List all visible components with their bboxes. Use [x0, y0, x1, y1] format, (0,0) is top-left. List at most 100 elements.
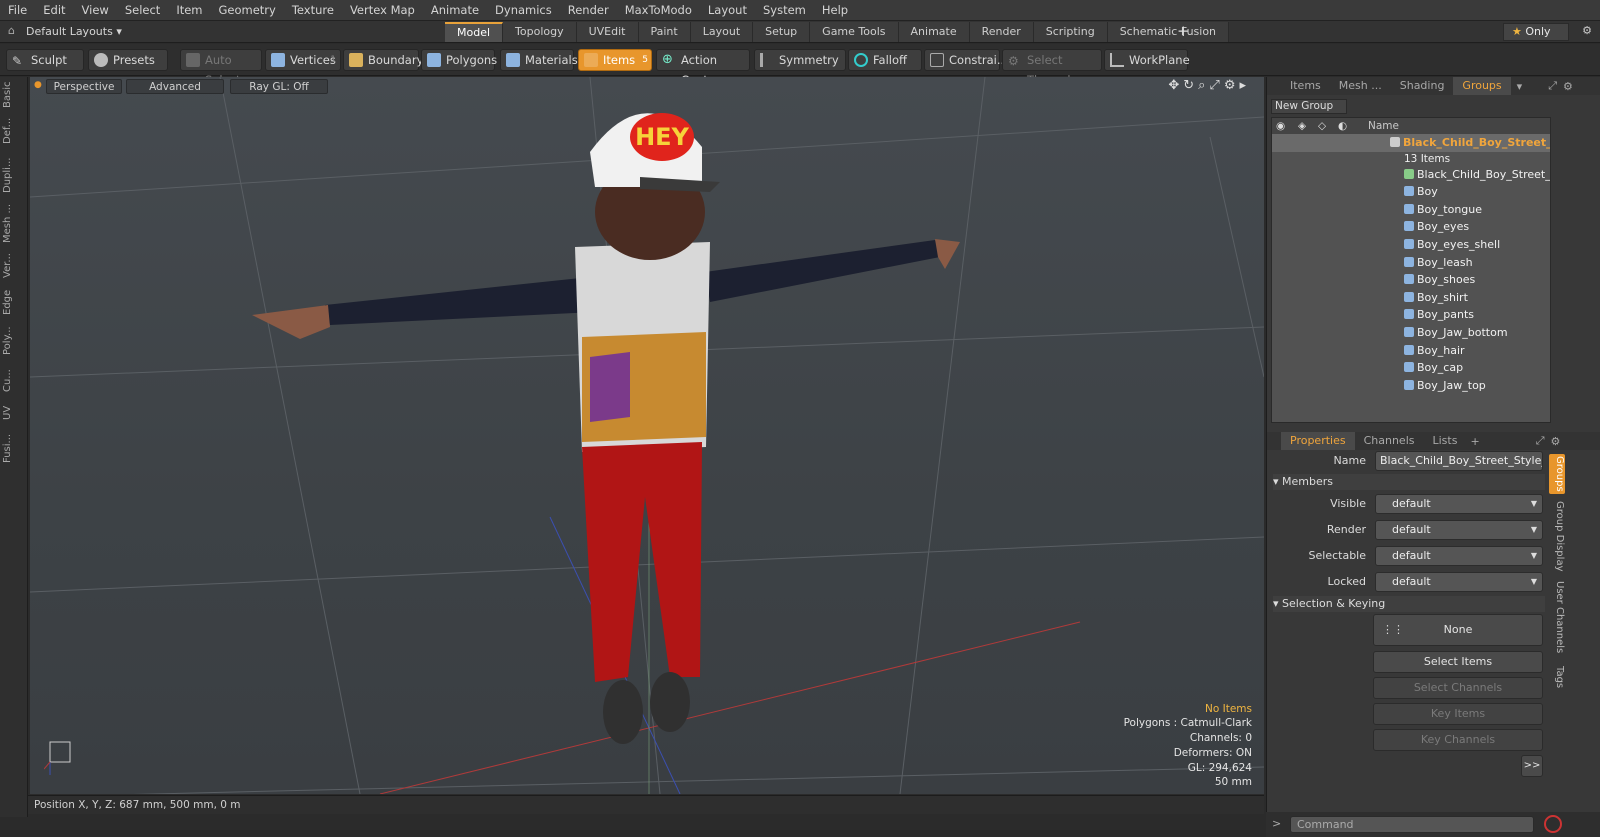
- tab-properties[interactable]: Properties: [1281, 432, 1355, 450]
- tree-item-locator[interactable]: Black_Child_Boy_Street_Sty...: [1272, 166, 1550, 184]
- items-button[interactable]: Items 5: [578, 49, 652, 71]
- settings-icon[interactable]: ⚙: [1224, 78, 1240, 93]
- add-tab-icon[interactable]: +: [1470, 435, 1479, 448]
- perspective-dropdown[interactable]: Perspective: [46, 79, 122, 94]
- tree-item[interactable]: Boy_eyes: [1272, 218, 1550, 236]
- members-section[interactable]: ▾ Members: [1273, 474, 1545, 490]
- boundary-button[interactable]: Boundary: [343, 49, 423, 71]
- menu-system[interactable]: System: [755, 0, 814, 21]
- side-tab-group-display[interactable]: Group Display: [1549, 500, 1565, 572]
- pan-icon[interactable]: ✥: [1168, 78, 1183, 93]
- gear-icon[interactable]: ⚙: [1582, 24, 1592, 37]
- menu-help[interactable]: Help: [814, 0, 856, 21]
- key-items-button[interactable]: Key Items: [1373, 703, 1543, 725]
- menu-layout[interactable]: Layout: [700, 0, 755, 21]
- menu-animate[interactable]: Animate: [423, 0, 487, 21]
- tree-item[interactable]: Boy_pants: [1272, 306, 1550, 324]
- tab-paint[interactable]: Paint: [638, 22, 691, 42]
- tree-item[interactable]: Boy_shoes: [1272, 271, 1550, 289]
- tree-item[interactable]: Boy_eyes_shell: [1272, 236, 1550, 254]
- more-button[interactable]: >>: [1521, 755, 1543, 777]
- workplane-button[interactable]: WorkPlane: [1104, 49, 1190, 71]
- eye-icon[interactable]: ◉: [1276, 118, 1285, 134]
- tree-item[interactable]: Boy_Jaw_top: [1272, 377, 1550, 395]
- render-icon[interactable]: ◈: [1298, 118, 1306, 134]
- falloff-button[interactable]: Falloff: [848, 49, 922, 71]
- sculpt-button[interactable]: ✎ Sculpt: [6, 49, 84, 71]
- materials-button[interactable]: Materials: [500, 49, 578, 71]
- maximize-icon[interactable]: ⤢: [1209, 78, 1223, 93]
- rotate-icon[interactable]: ↻: [1183, 78, 1198, 93]
- play-icon[interactable]: ▸: [1239, 78, 1250, 93]
- menu-file[interactable]: File: [0, 0, 35, 21]
- menu-maxtomodo[interactable]: MaxToModo: [617, 0, 700, 21]
- action-center-button[interactable]: ⊕Action Center: [656, 49, 750, 87]
- polygons-button[interactable]: Polygons: [421, 49, 497, 71]
- visible-select[interactable]: default ▼: [1375, 494, 1543, 514]
- none-button[interactable]: ⋮⋮ None: [1373, 614, 1543, 646]
- left-tab-fusion[interactable]: Fusi...: [2, 429, 24, 467]
- tab-groups[interactable]: Groups: [1453, 77, 1511, 95]
- auto-select-button[interactable]: Auto Select: [180, 49, 262, 87]
- tab-game-tools[interactable]: Game Tools: [810, 22, 899, 42]
- command-input[interactable]: Command: [1290, 816, 1534, 833]
- tree-item[interactable]: Boy_hair: [1272, 342, 1550, 360]
- layout-selector[interactable]: Default Layouts ▾: [26, 25, 122, 38]
- tree-item[interactable]: Boy_shirt: [1272, 289, 1550, 307]
- tab-scripting[interactable]: Scripting: [1033, 22, 1108, 42]
- left-tab-duplicate[interactable]: Dupli...: [2, 153, 24, 197]
- render-select[interactable]: default ▼: [1375, 520, 1543, 540]
- key-channels-button[interactable]: Key Channels: [1373, 729, 1543, 751]
- tree-item[interactable]: Boy_leash: [1272, 254, 1550, 272]
- only-button[interactable]: ★ Only: [1503, 23, 1569, 41]
- tree-item[interactable]: Boy: [1272, 183, 1550, 201]
- expand-icon[interactable]: ⤢: [1536, 434, 1545, 448]
- left-tab-vertex[interactable]: Ver...: [2, 249, 24, 283]
- record-icon[interactable]: [1544, 815, 1562, 833]
- left-tab-curve[interactable]: Cu...: [2, 365, 24, 397]
- select-items-button[interactable]: Select Items: [1373, 651, 1543, 673]
- tab-shading[interactable]: Shading: [1391, 77, 1454, 95]
- tab-channels[interactable]: Channels: [1355, 432, 1424, 450]
- menu-render[interactable]: Render: [560, 0, 617, 21]
- left-tab-uv[interactable]: UV: [2, 401, 24, 425]
- left-tab-edge[interactable]: Edge: [2, 287, 24, 317]
- tab-layout[interactable]: Layout: [690, 22, 754, 42]
- constraints-button[interactable]: Constrai...: [924, 49, 1008, 71]
- left-tab-mesh[interactable]: Mesh ...: [2, 201, 24, 245]
- select-channels-button[interactable]: Select Channels: [1373, 677, 1543, 699]
- vertices-button[interactable]: Vertices 1: [265, 49, 341, 71]
- tab-model[interactable]: Model: [445, 22, 504, 42]
- tab-render[interactable]: Render: [969, 22, 1034, 42]
- side-tab-groups[interactable]: Groups: [1549, 454, 1565, 494]
- tree-item[interactable]: Boy_Jaw_bottom: [1272, 324, 1550, 342]
- tab-mesh[interactable]: Mesh ...: [1330, 77, 1391, 95]
- left-tab-deform[interactable]: Def...: [2, 113, 24, 149]
- add-tab-icon[interactable]: +: [1177, 22, 1190, 40]
- menu-vertex-map[interactable]: Vertex Map: [342, 0, 423, 21]
- selection-keying-section[interactable]: ▾ Selection & Keying: [1273, 596, 1545, 612]
- menu-edit[interactable]: Edit: [35, 0, 73, 21]
- tab-items[interactable]: Items: [1281, 77, 1330, 95]
- new-group-button[interactable]: New Group: [1271, 99, 1347, 114]
- name-field[interactable]: Black_Child_Boy_Street_Style_T_: [1375, 451, 1543, 471]
- chevron-down-icon[interactable]: ▾: [1517, 80, 1523, 93]
- side-tab-user-channels[interactable]: User Channels: [1549, 578, 1565, 656]
- symmetry-button[interactable]: Symmetry: [754, 49, 846, 71]
- tab-animate[interactable]: Animate: [898, 22, 970, 42]
- select-icon[interactable]: ◐: [1338, 118, 1347, 134]
- raygl-dropdown[interactable]: Ray GL: Off: [230, 79, 328, 94]
- left-tab-basic[interactable]: Basic: [2, 81, 24, 109]
- select-through-button[interactable]: ⚙Select Through: [1002, 49, 1102, 87]
- home-icon[interactable]: ⌂: [8, 24, 15, 37]
- expand-icon[interactable]: ⤢: [1548, 79, 1557, 93]
- left-tab-polygon[interactable]: Poly...: [2, 321, 24, 361]
- menu-select[interactable]: Select: [117, 0, 168, 21]
- group-row[interactable]: Black_Child_Boy_Street_ ...: [1272, 134, 1550, 152]
- side-tab-tags[interactable]: Tags: [1549, 662, 1565, 692]
- zoom-icon[interactable]: ⌕: [1198, 78, 1209, 93]
- advanced-dropdown[interactable]: Advanced: [126, 79, 224, 94]
- menu-geometry[interactable]: Geometry: [211, 0, 284, 21]
- tab-uvedit[interactable]: UVEdit: [576, 22, 639, 42]
- menu-dynamics[interactable]: Dynamics: [487, 0, 560, 21]
